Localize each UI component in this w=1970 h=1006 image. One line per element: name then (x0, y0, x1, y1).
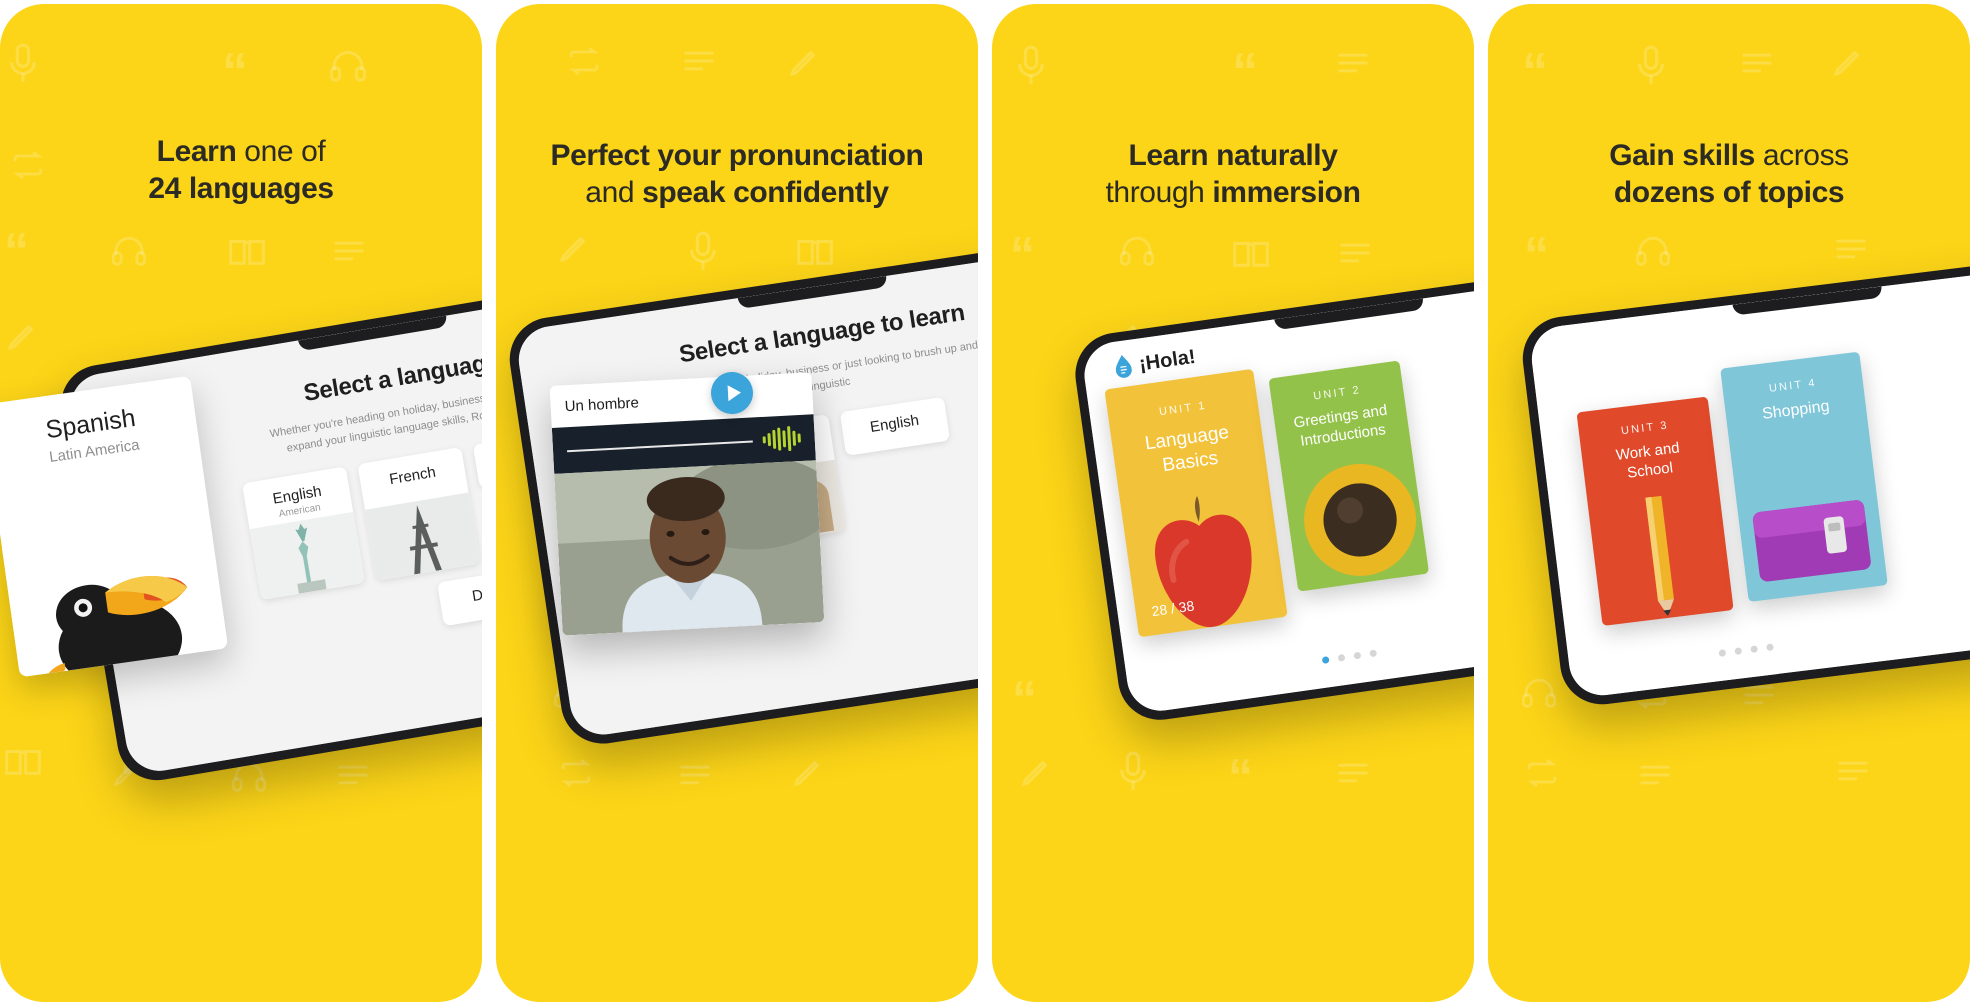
screenshot-panel-3: “ “ “ “ Learn naturally through immersio… (992, 4, 1474, 1002)
language-card[interactable]: English (839, 396, 951, 456)
language-card[interactable]: Dutch (436, 565, 482, 627)
waveform-icon (762, 425, 801, 452)
phone-screen-4: MENU UNIT 3 Work and School (1528, 261, 1970, 700)
language-card[interactable]: English American (242, 466, 366, 601)
language-name: Dutch (470, 581, 482, 606)
screenshot-panel-2: Perfect your pronunciation and speak con… (496, 4, 978, 1002)
language-name: English (868, 411, 921, 437)
unit-cards-row: UNIT 3 Work and School UNIT 4 Shopping (1573, 351, 1888, 626)
app-store-screenshot-gallery: “ “ “ Learn one of 24 languages Select a… (0, 0, 1970, 1006)
spanish-language-card[interactable]: Spanish Latin America (0, 375, 229, 678)
pager-dot[interactable] (1353, 651, 1362, 660)
pager-dot[interactable] (1718, 649, 1727, 657)
unit-title: Shopping (1761, 397, 1831, 423)
pencil-icon (1645, 495, 1674, 616)
smiling-man-photo (554, 460, 825, 636)
phone-screen-3: ¡Hola! UNIT 1 Language Basics 28 / 38 UN… (1080, 271, 1474, 716)
panel-2-stage: Select a language to learn Whether you'r… (496, 4, 978, 1002)
purse-icon (1752, 500, 1871, 582)
greeting-text: ¡Hola! (1137, 345, 1197, 376)
unit-title: Language Basics (1143, 421, 1231, 477)
pager-dots[interactable] (1718, 643, 1774, 657)
pager-dots[interactable] (1321, 649, 1378, 664)
eiffel-tower-icon (364, 492, 481, 581)
unit-card[interactable]: UNIT 1 Language Basics 28 / 38 (1104, 368, 1288, 638)
phone-mockup-4: MENU UNIT 3 Work and School (1518, 251, 1970, 710)
screenshot-panel-1: “ “ “ Learn one of 24 languages Select a… (0, 4, 482, 1002)
pronunciation-speech-card[interactable]: Un hombre (549, 372, 825, 636)
apple-icon (1155, 495, 1252, 627)
speech-phrase: Un hombre (564, 393, 640, 415)
language-card[interactable]: Arabic (472, 427, 482, 489)
language-card[interactable]: French (357, 447, 481, 581)
unit-cards-row: UNIT 1 Language Basics 28 / 38 UNIT 2 Gr… (1104, 349, 1432, 638)
panel-1-stage: Select a language to learn Whether you'r… (0, 4, 482, 1002)
panel-3-stage: ¡Hola! UNIT 1 Language Basics 28 / 38 UN… (992, 4, 1474, 1002)
unit-card[interactable]: UNIT 2 Greetings and Introductions (1268, 360, 1430, 592)
coffee-cup-icon (1304, 463, 1417, 576)
pager-dot[interactable] (1369, 649, 1378, 658)
unit-card[interactable]: UNIT 4 Shopping (1720, 351, 1888, 602)
screenshot-panel-4: “ “ Gain skills across dozens of topics … (1488, 4, 1970, 1002)
rosetta-stone-logo-icon (1115, 354, 1132, 378)
pager-dot[interactable] (1750, 645, 1759, 654)
phone-mockup-3: ¡Hola! UNIT 1 Language Basics 28 / 38 UN… (1070, 261, 1474, 726)
pager-dot[interactable] (1734, 647, 1743, 656)
greeting-row: ¡Hola! (1114, 345, 1197, 380)
play-icon (727, 384, 741, 402)
statue-of-liberty-icon (249, 511, 366, 601)
unit-card[interactable]: UNIT 3 Work and School (1576, 396, 1734, 626)
pager-dot[interactable] (1766, 643, 1774, 652)
audio-progress-line (567, 440, 753, 453)
language-name: Arabic (475, 439, 482, 473)
language-name: French (388, 463, 437, 489)
pager-dot[interactable] (1321, 656, 1330, 664)
panel-4-stage: MENU UNIT 3 Work and School (1488, 4, 1970, 1002)
pager-dot[interactable] (1337, 653, 1346, 662)
